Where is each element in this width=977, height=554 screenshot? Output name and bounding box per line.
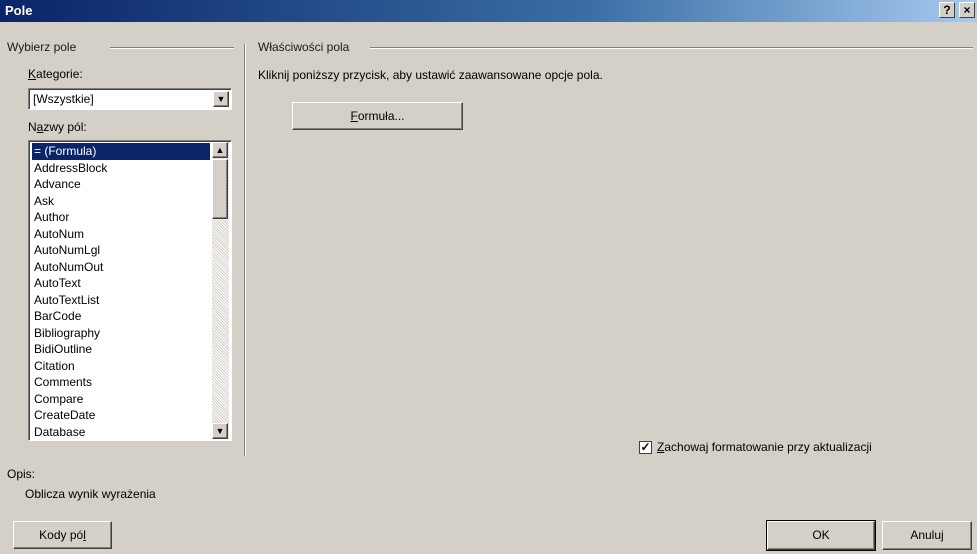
formula-button[interactable]: Formuła... xyxy=(292,102,463,130)
list-scrollbar[interactable]: ▲ ▼ xyxy=(212,142,229,439)
list-item[interactable]: Database xyxy=(32,424,210,441)
list-item[interactable]: Comments xyxy=(32,374,210,391)
instruction-text: Kliknij poniższy przycisk, aby ustawić z… xyxy=(258,68,603,82)
category-value: [Wszystkie] xyxy=(33,92,94,106)
description-text: Oblicza wynik wyrażenia xyxy=(25,487,156,501)
category-dropdown[interactable]: [Wszystkie] ▼ xyxy=(28,88,232,110)
right-group-label: Właściwości pola xyxy=(258,40,354,54)
title-bar[interactable]: Pole ? × xyxy=(0,0,977,22)
list-item[interactable]: AutoNumLgl xyxy=(32,242,210,259)
field-names-label: Nazwy pól: xyxy=(28,120,87,134)
dropdown-arrow-icon[interactable]: ▼ xyxy=(213,91,229,107)
scroll-thumb[interactable] xyxy=(212,159,228,219)
field-names-listbox[interactable]: = (Formula) AddressBlock Advance Ask Author A… xyxy=(28,140,232,441)
close-button[interactable]: × xyxy=(959,2,975,18)
help-button[interactable]: ? xyxy=(939,2,955,18)
description-label: Opis: xyxy=(7,467,36,481)
cancel-button[interactable]: Anuluj xyxy=(882,521,972,550)
list-item[interactable]: Author xyxy=(32,209,210,226)
list-item[interactable]: AutoNum xyxy=(32,226,210,243)
field-names-list: = (Formula) AddressBlock Advance Ask Author A… xyxy=(32,143,210,440)
category-label: Kategorie: xyxy=(28,67,83,81)
scroll-down-icon[interactable]: ▼ xyxy=(212,423,228,439)
list-item[interactable]: BarCode xyxy=(32,308,210,325)
list-item[interactable]: Citation xyxy=(32,358,210,375)
left-group-label: Wybierz pole xyxy=(7,40,81,54)
group-separator xyxy=(244,44,246,456)
checkmark-icon: ✓ xyxy=(640,440,651,454)
window-title: Pole xyxy=(5,3,33,18)
list-item[interactable]: = (Formula) xyxy=(32,143,210,160)
list-item[interactable]: Ask xyxy=(32,193,210,210)
list-item[interactable]: CreateDate xyxy=(32,407,210,424)
field-codes-button[interactable]: Kody pól xyxy=(13,521,112,549)
ok-button[interactable]: OK xyxy=(766,520,876,551)
list-item[interactable]: Bibliography xyxy=(32,325,210,342)
list-item[interactable]: Advance xyxy=(32,176,210,193)
left-group-line xyxy=(110,47,234,49)
list-item[interactable]: AddressBlock xyxy=(32,160,210,177)
list-item[interactable]: Compare xyxy=(32,391,210,408)
list-item[interactable]: AutoText xyxy=(32,275,210,292)
list-item[interactable]: BidiOutline xyxy=(32,341,210,358)
right-group-line xyxy=(370,47,973,49)
scroll-up-icon[interactable]: ▲ xyxy=(212,142,228,158)
list-item[interactable]: AutoTextList xyxy=(32,292,210,309)
preserve-formatting-label: Zachowaj formatowanie przy aktualizacji xyxy=(657,440,872,454)
list-item[interactable]: AutoNumOut xyxy=(32,259,210,276)
preserve-formatting-checkbox[interactable]: ✓ xyxy=(639,441,652,454)
